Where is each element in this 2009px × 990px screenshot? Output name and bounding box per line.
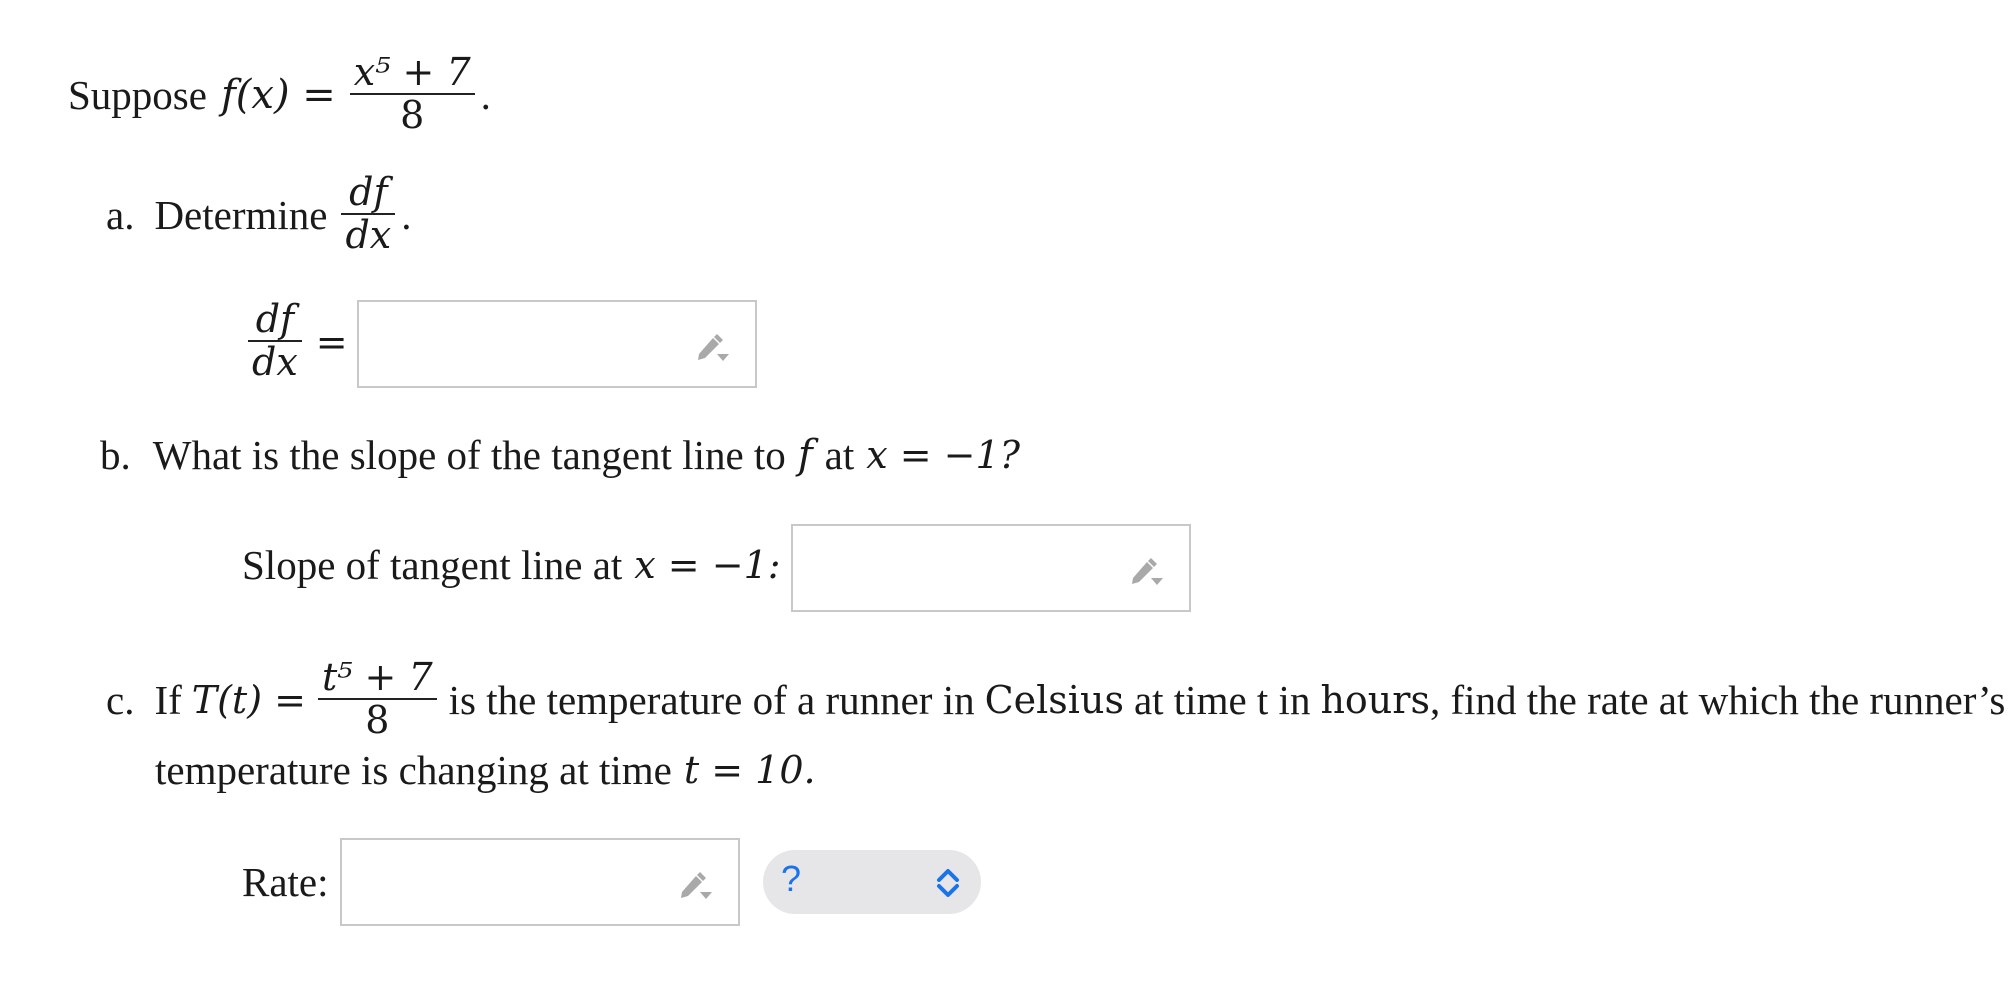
unit-celsius: Celsius (984, 678, 1124, 722)
part-b-condition: x = −1? (866, 433, 1021, 477)
rate-label: Rate: (242, 859, 329, 905)
unit-hours: hours (1320, 678, 1430, 722)
part-c-condition: t = 10. (683, 748, 816, 792)
part-a-period: . (401, 192, 412, 238)
part-b-function: f (797, 432, 813, 478)
derivative-answer-input[interactable] (357, 300, 757, 388)
part-b-answer-row: Slope of tangent line at x = −1: (242, 535, 781, 595)
rate-answer-input[interactable] (340, 838, 740, 926)
equals-sign: = (315, 320, 348, 364)
slope-answer-input[interactable] (791, 524, 1191, 612)
part-c-text-2: at time t in (1133, 677, 1311, 723)
intro-word: Suppose (68, 72, 207, 118)
part-b-question: b. What is the slope of the tangent line… (100, 425, 1020, 485)
part-a-answer-row: df dx = (242, 292, 348, 392)
part-c-question-line-2: temperature is changing at time t = 10. (155, 745, 816, 795)
pencil-dropdown-icon[interactable] (1129, 554, 1165, 588)
part-a-question: a. Determine df dx . (106, 165, 412, 265)
derivative-fraction: df dx (341, 170, 396, 258)
slope-label: Slope of tangent line at (242, 542, 623, 588)
part-c-question-line-1: c. If T(t) = t⁵ + 7 8 is the temperature… (106, 650, 2005, 750)
part-c-if: If (154, 677, 182, 723)
temperature-lhs: T(t) = (191, 678, 306, 722)
derivative-numerator: df (349, 170, 388, 215)
pencil-dropdown-icon[interactable] (695, 330, 731, 364)
answer-label-denominator: dx (252, 340, 298, 385)
function-fraction: x⁵ + 7 8 (349, 50, 475, 138)
slope-condition: x = −1: (634, 543, 781, 587)
part-b-text-2: at (824, 432, 855, 478)
part-c-answer-row: Rate: (242, 852, 329, 912)
function-denominator: 8 (400, 93, 425, 138)
part-a-marker: a. (106, 192, 135, 238)
part-b-marker: b. (100, 432, 131, 478)
function-numerator: x⁵ + 7 (353, 50, 471, 95)
problem-statement: Suppose f(x) = x⁵ + 7 8 . (68, 40, 491, 150)
temperature-numerator: t⁵ + 7 (321, 655, 433, 700)
part-b-text-1: What is the slope of the tangent line to (152, 432, 786, 478)
derivative-denominator: dx (345, 213, 392, 258)
part-c-marker: c. (106, 677, 135, 723)
temperature-denominator: 8 (365, 698, 390, 743)
part-c-text-4: temperature is changing at time (155, 747, 672, 793)
units-select-value: ? (781, 858, 802, 899)
up-down-chevron-icon (937, 869, 959, 897)
answer-label-fraction: df dx (248, 297, 302, 385)
units-select[interactable]: ? (763, 850, 981, 914)
function-lhs: f(x) = (220, 72, 336, 118)
part-a-text: Determine (154, 192, 328, 238)
part-c-text-3: , find the rate at which the runner’s (1429, 677, 2006, 723)
temperature-fraction: t⁵ + 7 8 (317, 655, 437, 743)
intro-period: . (480, 72, 491, 118)
part-c-text-1: is the temperature of a runner in (448, 677, 975, 723)
pencil-dropdown-icon[interactable] (678, 868, 714, 902)
answer-label-numerator: df (255, 297, 295, 342)
